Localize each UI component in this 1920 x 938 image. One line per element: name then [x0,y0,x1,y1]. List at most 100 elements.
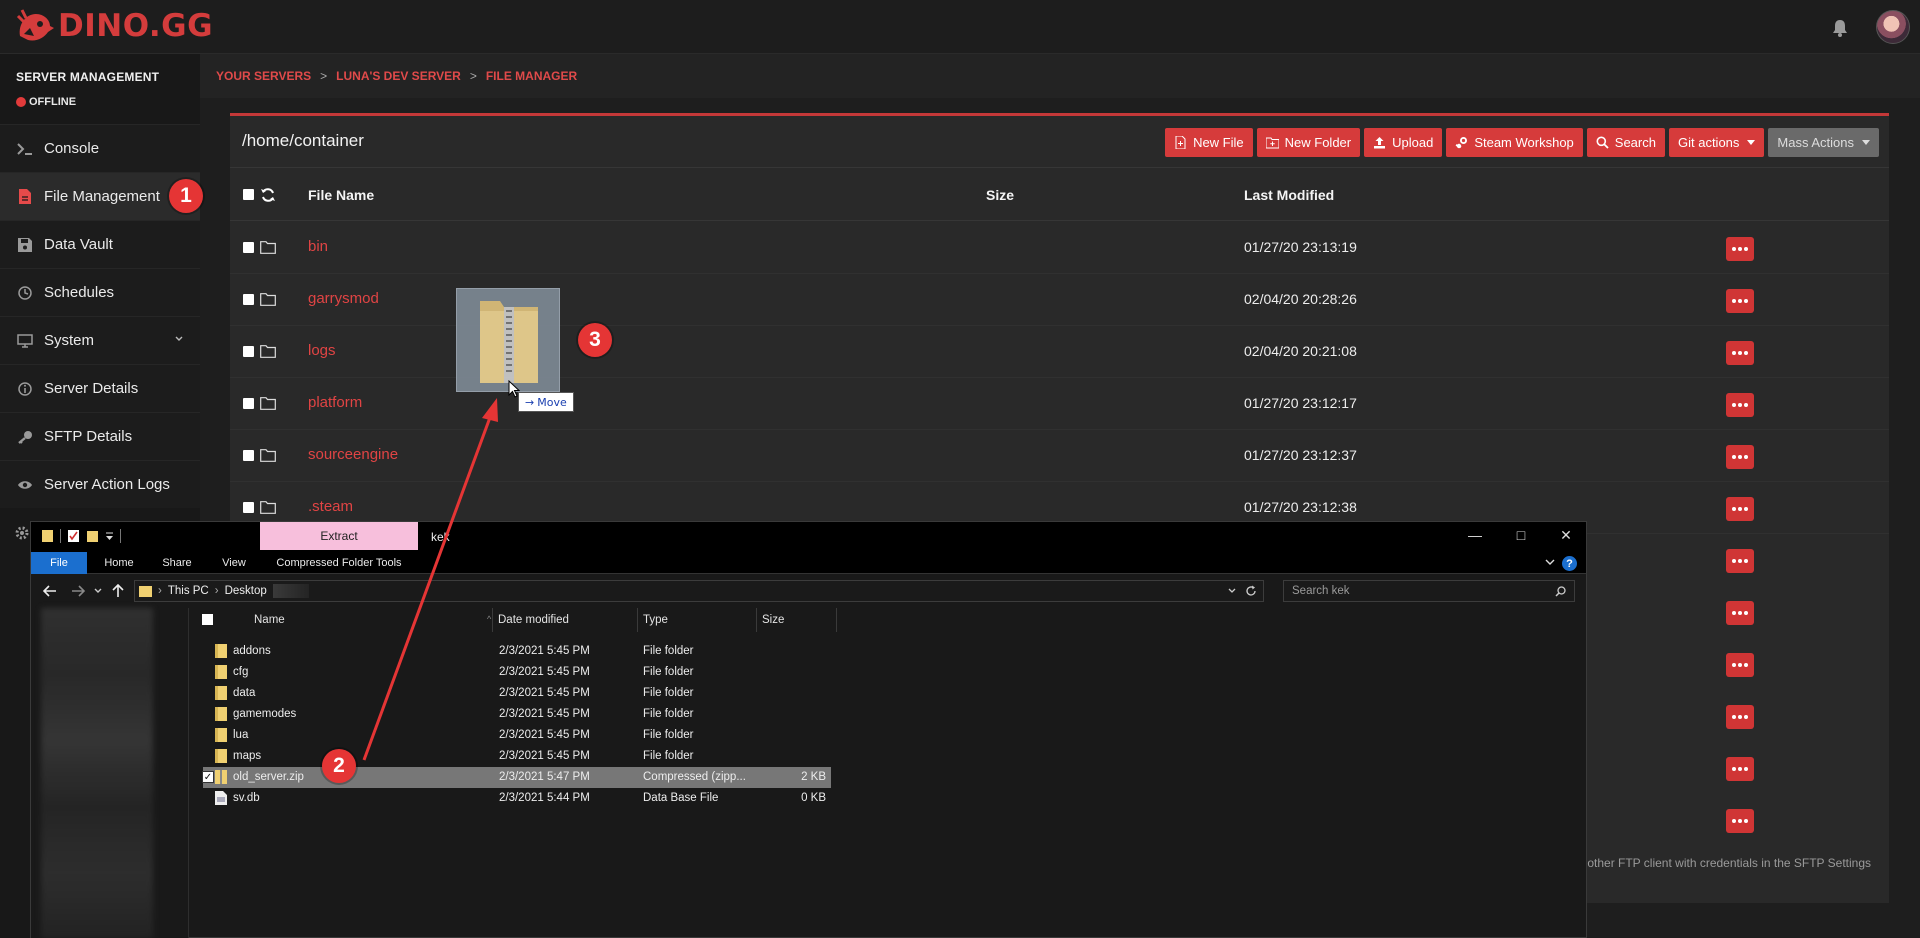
minimize-icon[interactable]: ― [1465,527,1485,543]
breadcrumb-server[interactable]: LUNA'S DEV SERVER [336,69,461,83]
sidebar-item-sftp-details[interactable]: SFTP Details [0,412,200,460]
back-arrow-icon[interactable] [43,584,57,598]
row-actions-button[interactable] [1726,601,1754,625]
new-file-button[interactable]: New File [1165,128,1253,157]
file-modified: 01/27/20 23:12:38 [1244,499,1357,515]
file-name-link[interactable]: sourceengine [308,446,398,463]
file-name-link[interactable]: garrysmod [308,290,379,307]
file-name-link[interactable]: .steam [308,498,353,515]
sidebar-item-server-action-logs[interactable]: Server Action Logs [0,460,200,508]
column-divider[interactable] [756,608,757,632]
row-checkbox-checked[interactable]: ✓ [202,771,214,783]
refresh-icon[interactable] [1245,585,1257,597]
address-bar[interactable]: › This PC › Desktop [134,580,1264,602]
new-folder-label: New Folder [1284,135,1352,150]
file-name-link[interactable]: bin [308,238,328,255]
ribbon-tab-share[interactable]: Share [149,552,205,574]
navigation-pane[interactable] [31,608,189,938]
recent-dropdown-icon[interactable] [93,584,103,598]
maximize-icon[interactable]: □ [1511,527,1531,543]
sidebar-item-console[interactable]: Console [0,124,200,172]
row-checkbox[interactable] [243,294,254,305]
ribbon-tab-file[interactable]: File [31,552,87,574]
column-size[interactable]: Size [762,614,784,626]
ribbon-tab-home[interactable]: Home [91,552,147,574]
row-checkbox[interactable] [243,450,254,461]
row-actions-button[interactable] [1726,705,1754,729]
list-item[interactable]: gamemodes 2/3/2021 5:45 PM File folder [203,704,831,725]
up-arrow-icon[interactable] [111,584,125,598]
list-item[interactable]: lua 2/3/2021 5:45 PM File folder [203,725,831,746]
row-actions-button[interactable] [1726,497,1754,521]
column-name[interactable]: Name [254,614,285,626]
list-item[interactable]: sv.db 2/3/2021 5:44 PM Data Base File 0 … [203,788,831,809]
sidebar-item-server-details[interactable]: Server Details [0,364,200,412]
file-date: 2/3/2021 5:45 PM [499,708,590,720]
column-type[interactable]: Type [643,614,668,626]
sidebar-item-system[interactable]: System [0,316,200,364]
mass-actions-button[interactable]: Mass Actions [1768,128,1879,157]
row-actions-button[interactable] [1726,237,1754,261]
table-row[interactable]: bin 01/27/20 23:13:19 [230,222,1889,274]
column-divider[interactable] [492,608,493,632]
close-icon[interactable]: ✕ [1556,527,1576,544]
forward-arrow-icon[interactable] [71,584,85,598]
steam-workshop-button[interactable]: Steam Workshop [1446,128,1583,157]
extract-tab[interactable]: Extract [260,522,418,550]
address-desktop[interactable]: Desktop [225,585,267,597]
chevron-down-icon[interactable] [1227,586,1237,596]
ribbon-tab-compressed-folder-tools[interactable]: Compressed Folder Tools [260,552,418,574]
row-actions-button[interactable] [1726,289,1754,313]
breadcrumb-file-manager[interactable]: FILE MANAGER [486,69,577,83]
user-avatar[interactable] [1876,10,1910,44]
help-icon[interactable]: ? [1562,556,1577,571]
new-folder-icon[interactable] [86,529,99,543]
customize-dropdown-icon[interactable] [105,531,114,541]
properties-icon[interactable] [67,529,80,543]
column-divider[interactable] [637,608,638,632]
list-item-selected[interactable]: ✓ old_server.zip 2/3/2021 5:47 PM Compre… [202,767,831,788]
list-item[interactable]: maps 2/3/2021 5:45 PM File folder [203,746,831,767]
select-all-checkbox[interactable] [243,189,254,200]
new-folder-button[interactable]: New Folder [1256,128,1361,157]
column-file-name[interactable]: File Name [308,187,374,203]
sidebar-item-data-vault[interactable]: Data Vault [0,220,200,268]
address-this-pc[interactable]: This PC [168,585,209,597]
chevron-down-icon[interactable] [1544,556,1556,568]
column-size[interactable]: Size [986,187,1014,203]
column-divider[interactable] [836,608,837,632]
file-name-link[interactable]: platform [308,394,362,411]
row-checkbox[interactable] [243,502,254,513]
column-last-modified[interactable]: Last Modified [1244,187,1334,203]
sidebar-item-schedules[interactable]: Schedules [0,268,200,316]
refresh-icon[interactable] [260,187,276,203]
logo[interactable]: DINO.GG [14,6,213,46]
row-actions-button[interactable] [1726,653,1754,677]
list-item[interactable]: addons 2/3/2021 5:45 PM File folder [203,641,831,662]
search-button[interactable]: Search [1586,128,1665,157]
row-checkbox[interactable] [243,398,254,409]
gear-icon[interactable] [14,525,30,541]
chevron-down-icon[interactable] [174,334,184,344]
row-actions-button[interactable] [1726,809,1754,833]
list-item[interactable]: data 2/3/2021 5:45 PM File folder [203,683,831,704]
git-actions-button[interactable]: Git actions [1668,128,1765,157]
explorer-search-input[interactable]: Search kek [1283,580,1575,602]
breadcrumb-your-servers[interactable]: YOUR SERVERS [216,69,311,83]
file-name-link[interactable]: logs [308,342,336,359]
table-row[interactable]: sourceengine 01/27/20 23:12:37 [230,430,1889,482]
upload-button[interactable]: Upload [1364,128,1443,157]
list-item[interactable]: cfg 2/3/2021 5:45 PM File folder [203,662,831,683]
ribbon-tab-view[interactable]: View [209,552,259,574]
row-checkbox[interactable] [243,346,254,357]
select-all-checkbox[interactable] [202,614,213,625]
row-actions-button[interactable] [1726,445,1754,469]
row-actions-button[interactable] [1726,393,1754,417]
row-actions-button[interactable] [1726,757,1754,781]
folder-icon[interactable] [41,529,54,543]
row-actions-button[interactable] [1726,341,1754,365]
row-actions-button[interactable] [1726,549,1754,573]
column-date-modified[interactable]: Date modified [498,614,569,626]
row-checkbox[interactable] [243,242,254,253]
notification-bell-icon[interactable] [1830,18,1850,38]
